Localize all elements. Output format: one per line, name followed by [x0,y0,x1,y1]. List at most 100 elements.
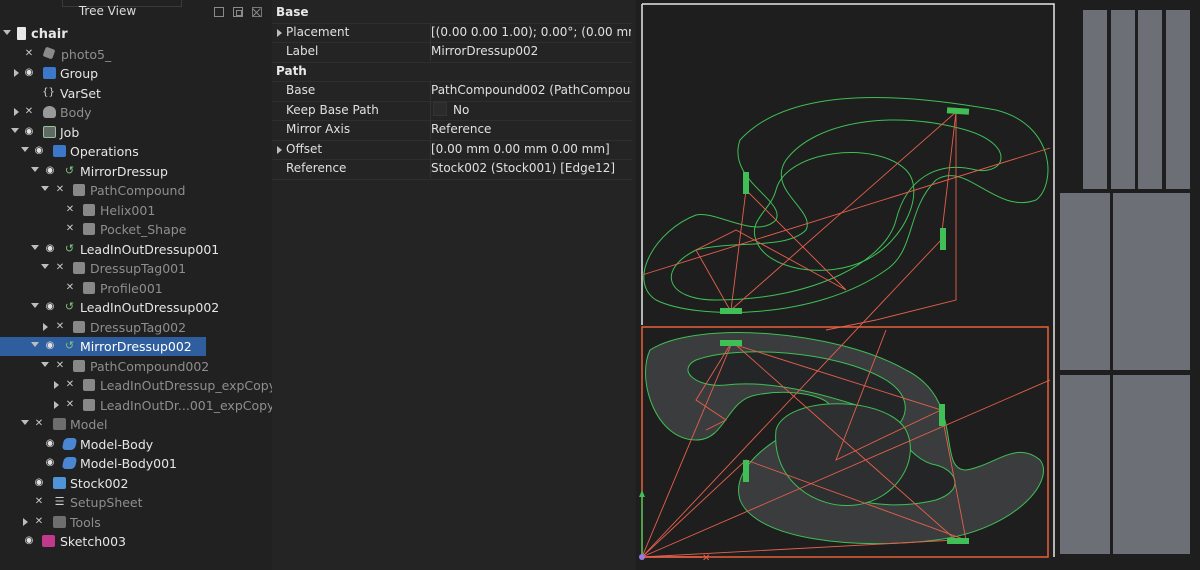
expand-arrow-icon[interactable] [11,127,19,133]
tree-item-profile001[interactable]: ✕ Profile001 [0,279,272,299]
property-value[interactable]: No [430,100,631,120]
visibility-hidden-icon[interactable]: ✕ [53,360,67,372]
property-key: Label [286,44,319,58]
visibility-eye-icon[interactable]: ◉ [22,67,36,79]
visibility-hidden-icon[interactable]: ✕ [32,516,46,528]
visibility-hidden-icon[interactable]: ✕ [53,262,67,274]
tree-item-leadinoutdressup-expcopy[interactable]: ✕ LeadInOutDressup_expCopy [0,376,276,396]
tree-item-model-body[interactable]: ◉ Model-Body [0,435,272,455]
property-row-keep-base-path[interactable]: Keep Base Path No [272,100,632,121]
expand-arrow-icon[interactable] [41,186,49,191]
expand-arrow-icon[interactable] [21,420,29,425]
expand-arrow-icon[interactable] [41,361,49,367]
expand-arrow-icon[interactable] [31,244,39,250]
visibility-eye-icon[interactable]: ◉ [22,126,36,138]
tree-item-label: Stock002 [70,475,129,491]
property-row-placement[interactable]: Placement [(0.00 0.00 1.00); 0.00°; (0.0… [272,22,632,43]
collapse-arrow-icon[interactable] [54,400,59,409]
tree-item-setupsheet[interactable]: ✕ ☰ SetupSheet [0,493,272,513]
visibility-hidden-icon[interactable]: ✕ [22,106,36,118]
tree-item-photo5[interactable]: ✕ photo5_ [0,45,272,65]
collapse-arrow-icon[interactable] [14,108,19,116]
visibility-hidden-icon[interactable]: ✕ [53,321,67,333]
property-row-offset[interactable]: Offset [0.00 mm 0.00 mm 0.00 mm] [272,139,632,160]
collapse-arrow-icon[interactable] [54,381,59,389]
tree-item-chair[interactable]: chair [0,25,272,45]
expand-arrow-icon[interactable] [31,342,39,347]
visibility-hidden-icon[interactable]: ✕ [63,399,77,411]
expand-arrow-icon[interactable] [277,145,282,154]
visibility-eye-icon[interactable]: ◉ [43,301,57,313]
tree-item-dressuptag001[interactable]: ✕ DressupTag001 [0,259,272,279]
property-row-base[interactable]: Base PathCompound002 (PathCompound... [272,81,632,102]
property-value[interactable]: [0.00 mm 0.00 mm 0.00 mm] [430,139,631,159]
visibility-eye-icon[interactable]: ◉ [32,145,46,157]
visibility-eye-icon[interactable]: ◉ [43,340,57,352]
tree-item-model[interactable]: ✕ Model [0,415,272,435]
tree-item-pathcompound002[interactable]: ✕ PathCompound002 [0,357,272,377]
tree-item-leadinoutdressup001[interactable]: ◉ ↺ LeadInOutDressup001 [0,240,272,260]
property-value[interactable]: Reference [430,120,631,139]
tree-item-mirrordressup002[interactable]: ◉ ↺ MirrorDressup002 [0,337,272,357]
tree-item-tools[interactable]: ✕ Tools [0,513,272,533]
property-row-mirror-axis[interactable]: Mirror Axis Reference [272,120,632,141]
property-value[interactable]: MirrorDressup002 [430,42,631,61]
tree-item-label: Job [60,124,80,140]
collapse-arrow-icon[interactable] [14,69,19,77]
property-value[interactable]: Stock002 (Stock001) [Edge12] [430,159,631,178]
tree-item-dressuptag002[interactable]: ✕ DressupTag002 [0,318,272,338]
visibility-hidden-icon[interactable]: ✕ [63,282,77,294]
expand-arrow-icon[interactable] [277,28,282,37]
property-row-reference[interactable]: Reference Stock002 (Stock001) [Edge12] [272,159,632,180]
expand-arrow-icon[interactable] [21,147,29,152]
tree-item-model-body001[interactable]: ◉ Model-Body001 [0,454,272,474]
property-value[interactable]: [(0.00 0.00 1.00); 0.00°; (0.00 mm 0.0..… [430,22,631,42]
tree-item-varset[interactable]: {} VarSet [0,84,272,104]
property-section-path[interactable]: Path [272,62,632,82]
tree-item-mirrordressup[interactable]: ◉ ↺ MirrorDressup [0,162,272,182]
tree-item-group[interactable]: ◉ Group [0,64,272,84]
visibility-hidden-icon[interactable]: ✕ [32,496,46,508]
visibility-eye-icon[interactable]: ◉ [43,243,57,255]
tree-item-job[interactable]: ◉ Job [0,123,272,143]
float-panel-button[interactable] [214,7,224,17]
tree-item-leadinoutdr001-expcopy[interactable]: ✕ LeadInOutDr...001_expCopy [0,396,274,416]
tree-item-pocket-shape[interactable]: ✕ Pocket_Shape [0,220,272,240]
tree-item-leadinoutdressup002[interactable]: ◉ ↺ LeadInOutDressup002 [0,298,272,318]
tree-item-label: LeadInOutDressup_expCopy [100,378,277,393]
close-panel-button[interactable] [252,7,262,17]
tree-item-stock002[interactable]: ◉ Stock002 [0,474,272,494]
viewport-canvas[interactable]: ✕ [636,0,1200,570]
visibility-eye-icon[interactable]: ◉ [43,165,57,177]
restore-panel-button[interactable] [233,7,243,17]
collapse-arrow-icon[interactable] [23,517,28,526]
tree-item-sketch003[interactable]: ◉ Sketch003 [0,532,272,552]
keep-base-path-checkbox[interactable] [433,102,447,116]
pocket-icon [83,223,95,235]
visibility-hidden-icon[interactable]: ✕ [63,223,77,235]
property-value[interactable]: PathCompound002 (PathCompound... [430,81,631,100]
expand-arrow-icon[interactable] [41,264,49,269]
visibility-eye-icon[interactable]: ◉ [43,438,57,450]
collapse-arrow-icon[interactable] [43,322,48,331]
visibility-eye-icon[interactable]: ◉ [22,535,36,547]
tree-item-operations[interactable]: ◉ Operations [0,142,272,162]
visibility-hidden-icon[interactable]: ✕ [32,418,46,430]
property-section-base[interactable]: Base [272,3,632,24]
visibility-hidden-icon[interactable]: ✕ [53,184,67,196]
visibility-eye-icon[interactable]: ◉ [43,457,57,469]
visibility-hidden-icon[interactable]: ✕ [63,204,77,216]
property-row-label[interactable]: Label MirrorDressup002 [272,42,632,63]
tree-item-helix001[interactable]: ✕ Helix001 [0,201,272,221]
visibility-hidden-icon[interactable]: ✕ [63,379,77,391]
tree-item-label: MirrorDressup002 [77,337,196,356]
expand-arrow-icon[interactable] [31,166,39,172]
visibility-hidden-icon[interactable]: ✕ [22,48,36,60]
expand-arrow-icon[interactable] [3,30,11,35]
expand-arrow-icon[interactable] [31,303,39,308]
visibility-eye-icon[interactable]: ◉ [32,477,46,489]
document-icon [17,27,26,40]
3d-viewport[interactable]: ✕ [636,0,1200,570]
tree-item-body[interactable]: ✕ Body [0,103,272,123]
tree-item-pathcompound[interactable]: ✕ PathCompound [0,181,272,201]
